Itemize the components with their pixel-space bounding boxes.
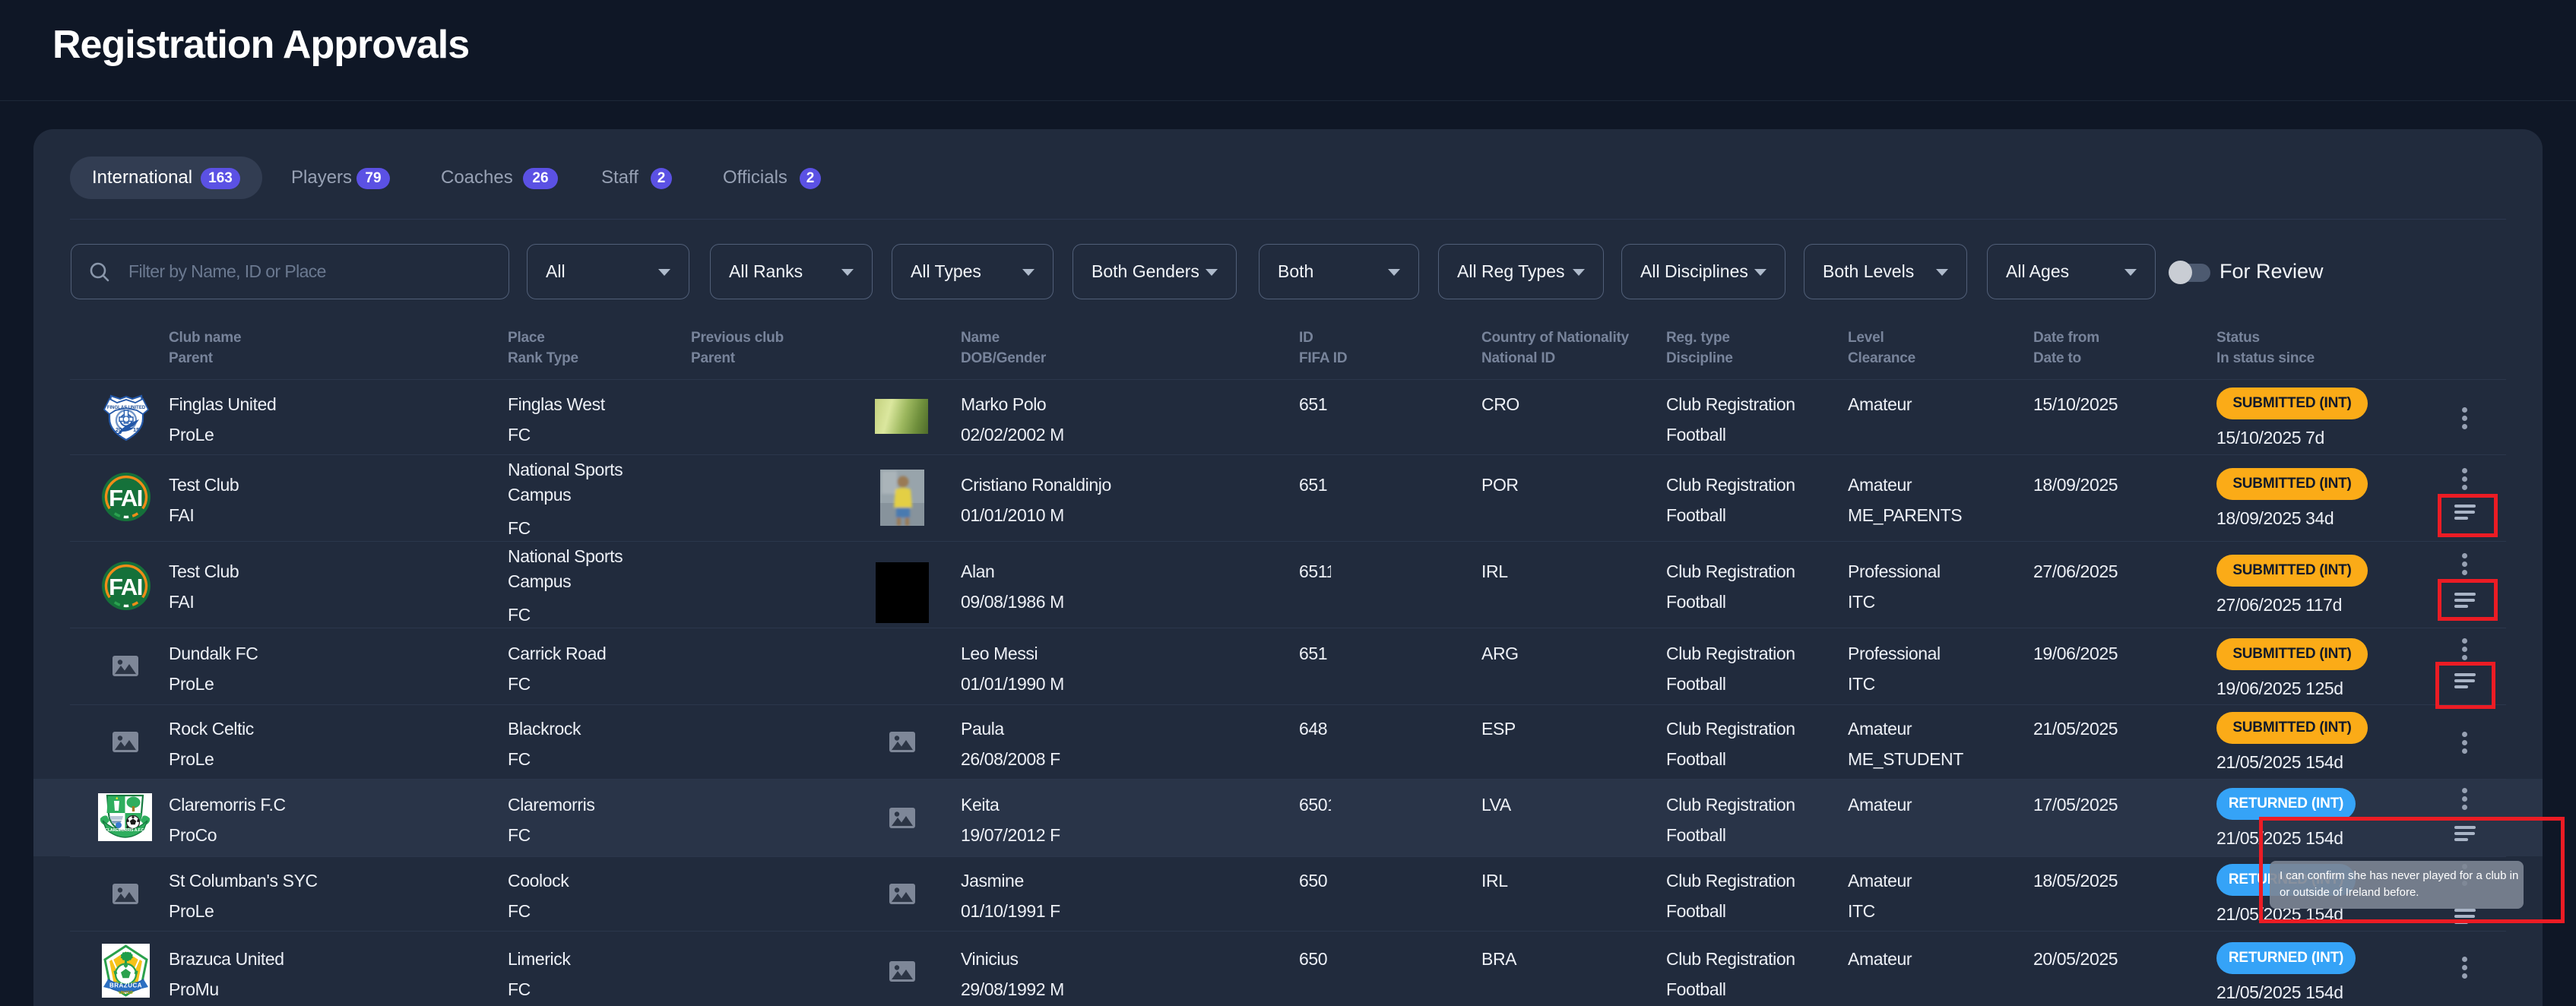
svg-text:15: 15 (133, 426, 139, 433)
svg-text:20: 20 (116, 426, 122, 433)
svg-text:BRAZUCA: BRAZUCA (109, 982, 142, 989)
svg-text:UNITED: UNITED (119, 991, 133, 995)
svg-text:CLAREMORRIS A.F.C.: CLAREMORRIS A.F.C. (105, 828, 145, 833)
svg-text:FAI: FAI (109, 574, 142, 600)
svg-text:FAI: FAI (109, 485, 142, 511)
